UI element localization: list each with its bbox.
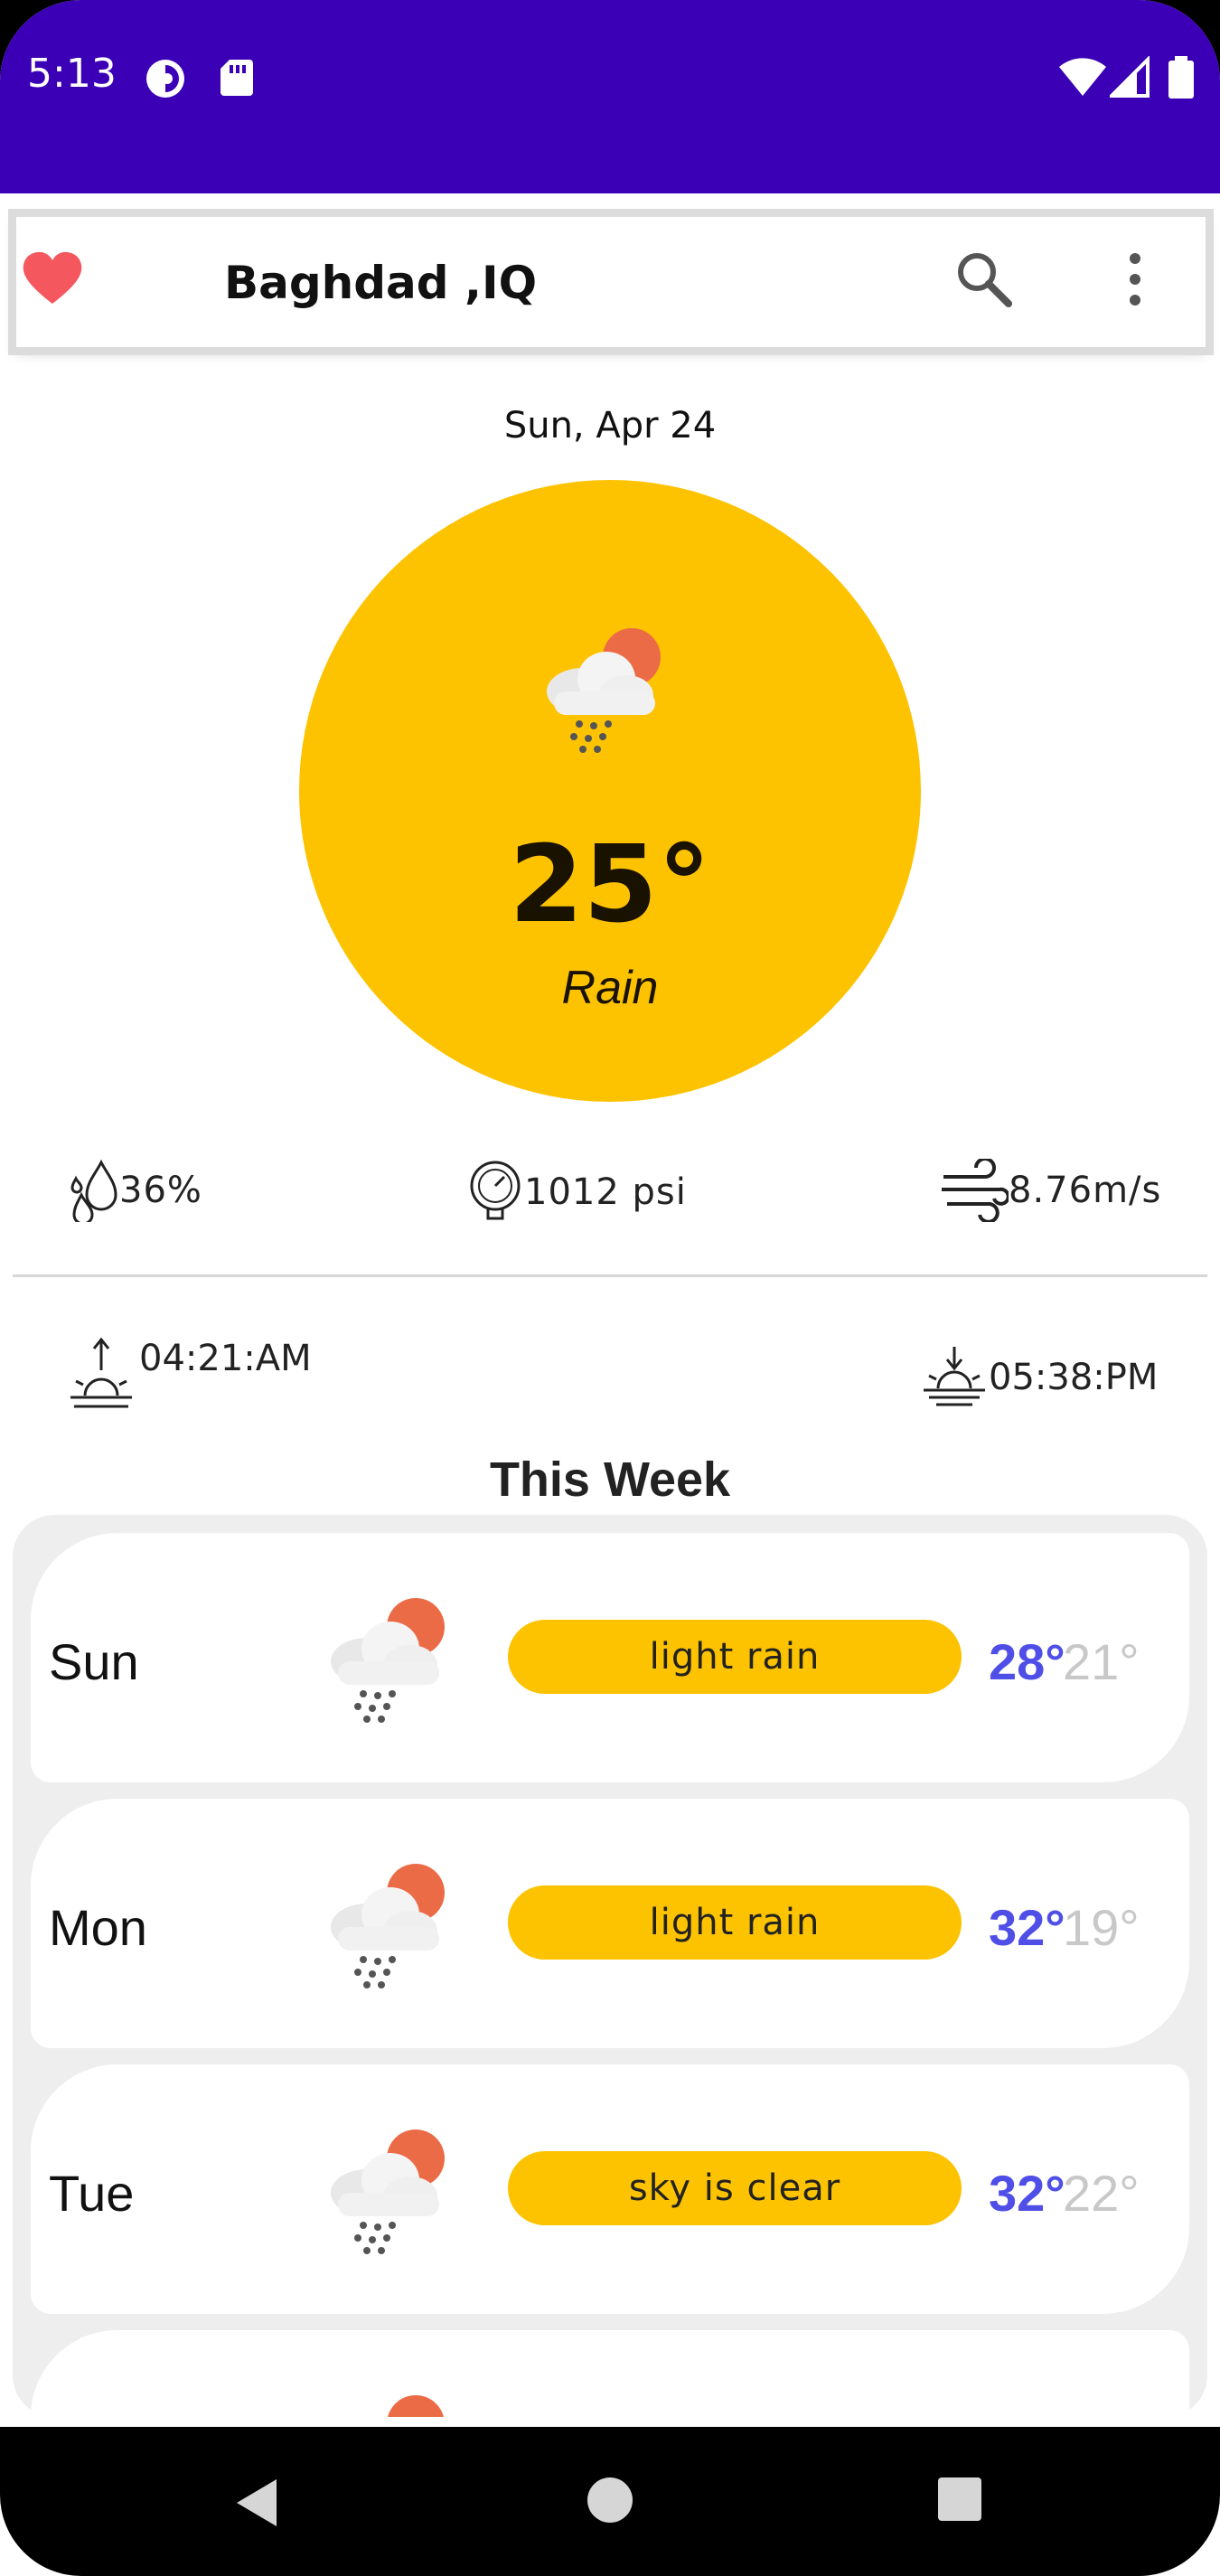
day-name: Tue	[49, 2165, 135, 2222]
sunrise-icon	[70, 1338, 132, 1408]
current-condition: Rain	[561, 962, 659, 1014]
home-icon[interactable]	[586, 2476, 634, 2524]
back-icon[interactable]	[231, 2476, 282, 2530]
app-screen: 5:13 Baghdad ,IQ Sun, Apr 24 25° Rain 36…	[0, 0, 1220, 2576]
favorite-heart-icon[interactable]	[20, 249, 85, 307]
sunrise-time: 04:21:AM	[139, 1338, 312, 1379]
battery-icon	[1168, 56, 1194, 99]
pressure-gauge-icon	[470, 1161, 521, 1220]
signal-icon	[1110, 56, 1150, 98]
status-time: 5:13	[27, 51, 117, 97]
low-temp: 21°	[1063, 1633, 1140, 1690]
divider	[13, 1274, 1207, 1277]
week-forecast-list[interactable]: Sun light rain 28° 21° Mon light rain 32…	[13, 1515, 1207, 2417]
high-temp: 28°	[989, 1633, 1065, 1690]
status-bar: 5:13	[0, 0, 1220, 193]
low-temp: 22°	[1063, 2165, 1140, 2222]
sunset: 05:38:PM	[922, 1345, 1158, 1410]
condition-pill: light rain	[508, 1620, 962, 1694]
wind-value: 8.76m/s	[1009, 1170, 1162, 1211]
current-temperature: 25°	[509, 822, 711, 946]
pressure-stat: 1012 psi	[466, 1159, 687, 1226]
navigation-bar	[0, 2427, 1220, 2576]
wifi-icon	[1059, 58, 1106, 96]
day-card-sun[interactable]: Sun light rain 28° 21°	[31, 1533, 1189, 1782]
day-card-mon[interactable]: Mon light rain 32° 19°	[31, 1799, 1189, 2048]
cloud-sun-rain-icon	[331, 1864, 445, 1988]
cloud-sun-rain-icon	[388, 2395, 444, 2417]
week-title: This Week	[489, 1453, 731, 1507]
condition-pill: light rain	[508, 1885, 962, 1960]
recents-icon[interactable]	[936, 2476, 983, 2523]
humidity-icon	[70, 1159, 117, 1222]
humidity-stat: 36%	[65, 1159, 202, 1222]
high-temp: 32°	[989, 1899, 1065, 1956]
wind-stat: 8.76m/s	[940, 1159, 1161, 1222]
wind-icon	[942, 1159, 1009, 1222]
sunrise: 04:21:AM	[69, 1338, 312, 1410]
pressure-value: 1012 psi	[524, 1171, 687, 1213]
data-saver-icon	[146, 60, 184, 98]
day-name: Mon	[49, 1899, 147, 1956]
more-vert-icon[interactable]	[1117, 248, 1153, 311]
sd-card-icon	[221, 60, 253, 96]
app-bar: Baghdad ,IQ	[16, 217, 1206, 347]
sunset-time: 05:38:PM	[989, 1357, 1159, 1398]
cloud-sun-rain-icon	[331, 2129, 445, 2254]
low-temp: 19°	[1063, 1899, 1140, 1956]
day-card-partial[interactable]	[31, 2330, 1189, 2417]
current-date: Sun, Apr 24	[503, 405, 717, 447]
search-icon[interactable]	[953, 248, 1016, 311]
high-temp: 32°	[989, 2165, 1065, 2222]
current-weather-circle: 25° Rain	[299, 480, 921, 1102]
day-card-tue[interactable]: Tue sky is clear 32° 22°	[31, 2064, 1189, 2314]
cloud-sun-rain-icon	[547, 628, 661, 753]
sunset-icon	[924, 1347, 985, 1406]
day-name: Sun	[49, 1633, 139, 1690]
cloud-sun-rain-icon	[331, 1598, 445, 1723]
city-title: Baghdad ,IQ	[224, 257, 538, 309]
humidity-value: 36%	[119, 1170, 202, 1211]
condition-pill: sky is clear	[508, 2151, 962, 2225]
